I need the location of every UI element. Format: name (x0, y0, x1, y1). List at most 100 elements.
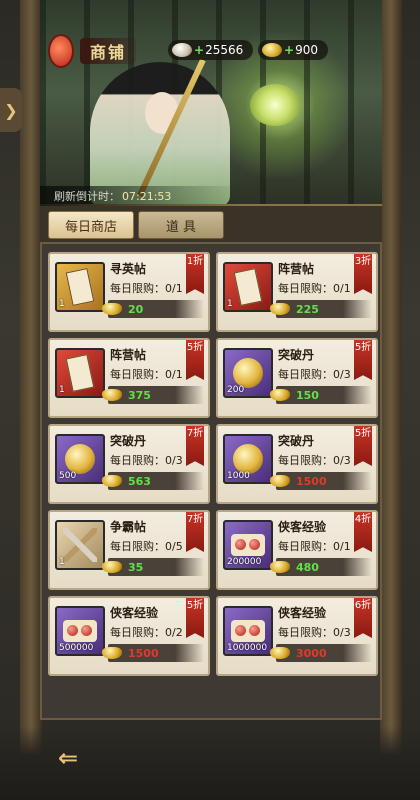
item-icon-frame: 1 (55, 348, 105, 398)
gold-ingot-icon (270, 303, 290, 315)
buy-price-button[interactable]: 150 (270, 386, 372, 404)
refresh-label: 刷新倒计时： (54, 190, 120, 203)
right-frame-rail (380, 0, 402, 800)
breakthrough-pill-icon (233, 358, 263, 388)
discount-ribbon: 5折 (186, 340, 204, 380)
discount-ribbon: 4折 (354, 512, 372, 552)
item-price: 563 (128, 474, 151, 488)
buy-price-button[interactable]: 1500 (102, 644, 204, 662)
purchase-limit: 每日限购：0/1 (278, 540, 351, 553)
shop-item-card[interactable]: 500 突破丹 每日限购：0/3 563 7折 (48, 424, 210, 504)
shop-item-card[interactable]: 1000 突破丹 每日限购：0/3 1500 5折 (216, 424, 378, 504)
buy-price-button[interactable]: 375 (102, 386, 204, 404)
tab-daily-shop[interactable]: 每日商店 (48, 211, 134, 239)
purchase-limit: 每日限购：0/2 (110, 626, 183, 639)
tab-items[interactable]: 道 具 (138, 211, 224, 239)
buy-price-button[interactable]: 3000 (270, 644, 372, 662)
gold-ingot-icon (270, 475, 290, 487)
shop-item-grid: 1 寻英帖 每日限购：0/1 20 1折 1 阵营帖 每日限购：0/1 225 … (48, 252, 378, 682)
silver-currency[interactable]: + 25566 (168, 40, 254, 60)
buy-price-button[interactable]: 225 (270, 300, 372, 318)
item-name: 突破丹 (278, 434, 315, 448)
item-name: 阵营帖 (278, 262, 315, 276)
gold-ingot-icon (270, 561, 290, 573)
hero-exp-icon (231, 534, 265, 556)
gold-ingot-icon (262, 43, 282, 57)
back-arrow-icon[interactable]: ⇐ (48, 744, 88, 772)
purchase-limit: 每日限购：0/1 (110, 282, 183, 295)
add-silver-icon[interactable]: + (194, 43, 204, 57)
item-price: 20 (128, 302, 144, 316)
shop-item-card[interactable]: 1 阵营帖 每日限购：0/1 225 3折 (216, 252, 378, 332)
chevron-right-icon: ❯ (4, 100, 18, 120)
item-quantity: 200 (227, 385, 245, 395)
shop-item-card[interactable]: 1 寻英帖 每日限购：0/1 20 1折 (48, 252, 210, 332)
item-price: 3000 (296, 646, 327, 660)
item-icon-frame: 200000 (223, 520, 273, 570)
item-name: 突破丹 (278, 348, 315, 362)
item-price: 480 (296, 560, 319, 574)
item-name: 侠客经验 (278, 520, 327, 534)
item-icon-frame: 1 (55, 520, 105, 570)
refresh-timer: 07:21:53 (122, 189, 172, 203)
item-icon-frame: 1 (55, 262, 105, 312)
gold-amount: 900 (295, 43, 318, 57)
purchase-limit: 每日限购：0/3 (278, 454, 351, 467)
item-quantity: 500 (59, 471, 77, 481)
purchase-limit: 每日限购：0/3 (278, 626, 351, 639)
shop-item-card[interactable]: 200000 侠客经验 每日限购：0/1 480 4折 (216, 510, 378, 590)
glowing-lamp (250, 84, 300, 126)
shop-item-card[interactable]: 1 阵营帖 每日限购：0/1 375 5折 (48, 338, 210, 418)
item-icon-frame: 1 (223, 262, 273, 312)
gold-ingot-icon (102, 475, 122, 487)
left-frame-rail (20, 0, 42, 800)
shop-item-card[interactable]: 500000 侠客经验 每日限购：0/2 1500 5折 (48, 596, 210, 676)
buy-price-button[interactable]: 35 (102, 558, 204, 576)
item-quantity: 500000 (59, 643, 94, 653)
purchase-limit: 每日限购：0/1 (278, 282, 351, 295)
hero-exp-icon (231, 620, 265, 642)
buy-price-button[interactable]: 563 (102, 472, 204, 490)
item-icon-frame: 500000 (55, 606, 105, 656)
item-icon-frame: 200 (223, 348, 273, 398)
breakthrough-pill-icon (233, 444, 263, 474)
gold-ingot-icon (102, 647, 122, 659)
purchase-limit: 每日限购：0/3 (110, 454, 183, 467)
item-name: 阵营帖 (110, 348, 147, 362)
discount-ribbon: 5折 (186, 598, 204, 638)
shop-item-card[interactable]: 1000000 侠客经验 每日限购：0/3 3000 6折 (216, 596, 378, 676)
purchase-limit: 每日限购：0/5 (110, 540, 183, 553)
side-expand-tab[interactable]: ❯ (0, 88, 22, 132)
discount-ribbon: 5折 (354, 340, 372, 380)
item-price: 150 (296, 388, 319, 402)
refresh-countdown: 刷新倒计时： 07:21:53 (40, 186, 240, 206)
shop-item-card[interactable]: 200 突破丹 每日限购：0/3 150 5折 (216, 338, 378, 418)
item-quantity: 200000 (227, 557, 262, 567)
item-quantity: 1 (227, 299, 233, 309)
breakthrough-pill-icon (65, 444, 95, 474)
item-name: 争霸帖 (110, 520, 147, 534)
shopkeeper-portrait (90, 62, 230, 204)
gold-ingot-icon (102, 561, 122, 573)
discount-ribbon: 1折 (186, 254, 204, 294)
item-price: 1500 (128, 646, 159, 660)
faction-ticket-icon (65, 354, 95, 392)
buy-price-button[interactable]: 1500 (270, 472, 372, 490)
add-gold-icon[interactable]: + (284, 43, 294, 57)
item-icon-frame: 1000 (223, 434, 273, 484)
shop-banner (40, 0, 382, 206)
buy-price-button[interactable]: 480 (270, 558, 372, 576)
item-name: 突破丹 (110, 434, 147, 448)
item-name: 侠客经验 (110, 606, 159, 620)
gold-currency[interactable]: + 900 (258, 40, 328, 60)
shop-item-card[interactable]: 1 争霸帖 每日限购：0/5 35 7折 (48, 510, 210, 590)
buy-price-button[interactable]: 20 (102, 300, 204, 318)
page-title: 商铺 (80, 38, 137, 64)
item-price: 225 (296, 302, 319, 316)
lantern-icon (48, 34, 74, 68)
item-quantity: 1 (59, 299, 65, 309)
item-name: 侠客经验 (278, 606, 327, 620)
discount-ribbon: 3折 (354, 254, 372, 294)
item-price: 1500 (296, 474, 327, 488)
discount-ribbon: 6折 (354, 598, 372, 638)
